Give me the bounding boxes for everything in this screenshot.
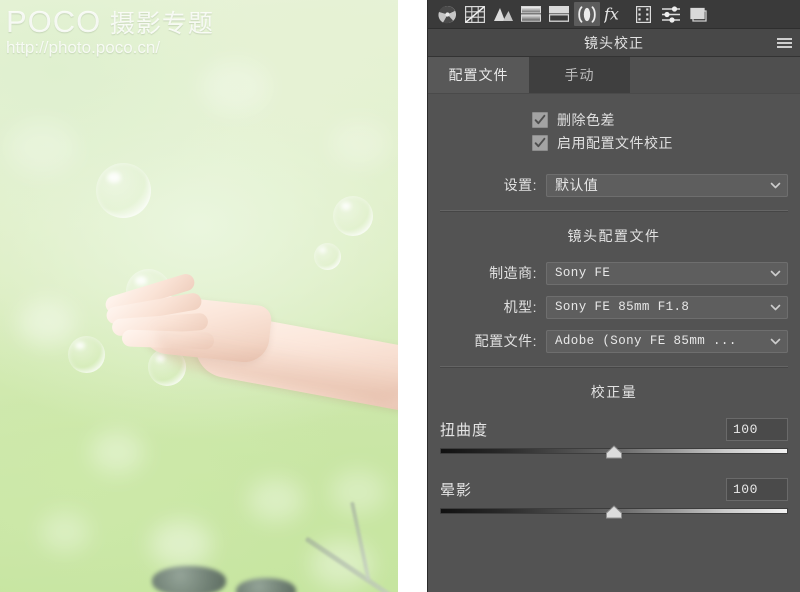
- lens-correction-icon[interactable]: [574, 2, 600, 26]
- tab-manual[interactable]: 手动: [529, 57, 630, 93]
- slider-label-distortion: 扭曲度: [440, 421, 489, 439]
- watermark-url: http://photo.poco.cn/: [6, 38, 161, 57]
- slider-distortion[interactable]: [440, 444, 788, 460]
- select-profile-value: Adobe (Sony FE 85mm ...: [555, 334, 737, 348]
- select-model[interactable]: Sony FE 85mm F1.8: [546, 295, 788, 319]
- calibration-sliders-icon[interactable]: [658, 2, 684, 26]
- basic-adjust-icon[interactable]: [434, 2, 460, 26]
- select-setup-value: 默认值: [555, 177, 599, 193]
- photo-railing: [0, 0, 398, 592]
- presets-stack-icon[interactable]: [686, 2, 712, 26]
- chevron-down-icon: [770, 304, 781, 310]
- watermark-brand-cn: 摄影专题: [109, 10, 214, 38]
- panel-tabs: 配置文件 手动: [428, 57, 800, 94]
- field-row-make: 制造商: Sony FE: [428, 258, 800, 288]
- chevron-down-icon: [770, 338, 781, 344]
- hamburger-menu-icon[interactable]: [777, 37, 792, 48]
- select-profile[interactable]: Adobe (Sony FE 85mm ...: [546, 329, 788, 353]
- slider-head-vignetting: 晕影 100: [440, 476, 788, 502]
- detail-grid-icon[interactable]: [462, 2, 488, 26]
- slider-vignetting[interactable]: [440, 504, 788, 520]
- lens-correction-panel: fx 镜头校正 配置文件 手动 删除色差 启用配置文件校正 设置: 默认值 镜头…: [427, 0, 800, 592]
- slider-value-vignetting[interactable]: 100: [726, 477, 788, 501]
- film-strip-icon[interactable]: [630, 2, 656, 26]
- slider-label-vignetting: 晕影: [440, 481, 473, 499]
- checkbox-label-enable-profile-corrections: 启用配置文件校正: [557, 134, 673, 151]
- tab-profile[interactable]: 配置文件: [428, 57, 529, 93]
- select-setup[interactable]: 默认值: [546, 173, 788, 197]
- watermark-brand: POCO: [6, 4, 102, 39]
- split-panes-icon[interactable]: [546, 2, 572, 26]
- label-make: 制造商:: [489, 265, 537, 281]
- select-make-value: Sony FE: [555, 266, 611, 280]
- slider-block-vignetting: 晕影 100: [428, 476, 800, 520]
- section-title-correction-amount: 校正量: [590, 384, 638, 400]
- checkbox-group: 删除色差 启用配置文件校正: [428, 94, 800, 162]
- chevron-down-icon: [770, 270, 781, 276]
- panel-title-bar: 镜头校正: [428, 29, 800, 57]
- slider-head-distortion: 扭曲度 100: [440, 416, 788, 442]
- chevron-down-icon: [770, 182, 781, 188]
- checkbox-enable-profile-corrections[interactable]: [532, 134, 548, 151]
- slider-value-distortion[interactable]: 100: [726, 417, 788, 441]
- select-model-value: Sony FE 85mm F1.8: [555, 300, 690, 314]
- label-profile: 配置文件:: [474, 333, 537, 349]
- label-model: 机型:: [503, 299, 537, 315]
- effects-fx-icon[interactable]: fx: [602, 2, 628, 26]
- field-row-model: 机型: Sony FE 85mm F1.8: [428, 292, 800, 322]
- checkbox-row-enable-profile-corrections[interactable]: 启用配置文件校正: [428, 131, 800, 154]
- label-setup: 设置:: [503, 177, 537, 193]
- module-toolbar: fx: [428, 0, 800, 29]
- page-title: 镜头校正: [584, 34, 644, 51]
- checkbox-label-remove-chromatic-aberration: 删除色差: [557, 111, 615, 128]
- tab-filler: [630, 57, 800, 93]
- watermark: POCO 摄影专题 http://photo.poco.cn/: [6, 6, 214, 58]
- slider-thumb-vignetting[interactable]: [606, 505, 623, 519]
- photo-preview: POCO 摄影专题 http://photo.poco.cn/: [0, 0, 398, 592]
- photo-panel-gutter: [398, 0, 427, 592]
- curve-mountain-icon[interactable]: [490, 2, 516, 26]
- field-row-setup: 设置: 默认值: [428, 170, 800, 200]
- panel-body: 删除色差 启用配置文件校正 设置: 默认值 镜头配置文件 制造商: Sony F…: [428, 94, 800, 592]
- select-make[interactable]: Sony FE: [546, 261, 788, 285]
- field-row-profile: 配置文件: Adobe (Sony FE 85mm ...: [428, 326, 800, 356]
- gradient-bars-icon[interactable]: [518, 2, 544, 26]
- checkbox-remove-chromatic-aberration[interactable]: [532, 111, 548, 128]
- svg-text:fx: fx: [604, 5, 619, 23]
- section-title-lens-profile: 镜头配置文件: [567, 228, 661, 244]
- screenshot-root: POCO 摄影专题 http://photo.poco.cn/ fx 镜头校正 …: [0, 0, 800, 592]
- slider-block-distortion: 扭曲度 100: [428, 416, 800, 460]
- checkbox-row-remove-chromatic-aberration[interactable]: 删除色差: [428, 108, 800, 131]
- watermark-brand-line: POCO 摄影专题: [6, 6, 214, 40]
- slider-thumb-distortion[interactable]: [606, 445, 623, 459]
